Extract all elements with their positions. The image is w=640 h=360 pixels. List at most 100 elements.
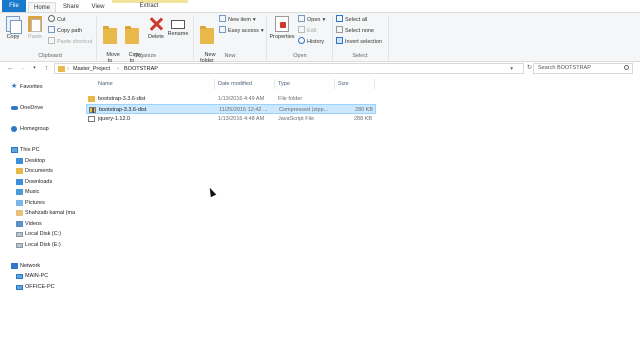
computer-icon [11,147,18,153]
file-row-selected[interactable]: bootstrap-3.3.6-dist 11/25/2015 12:42 ..… [86,104,376,114]
file-row[interactable]: bootstrap-3.3.6-dist 1/13/2016 4:49 AM F… [86,94,376,104]
select-all-button[interactable]: Select all [336,15,368,25]
history-button[interactable]: History [298,37,324,47]
easy-access-label: Easy access [228,28,259,34]
tab-file[interactable]: File [2,0,26,12]
downloads-icon [16,179,23,185]
copy-to-folder-icon [125,26,139,44]
invert-selection-button[interactable]: Invert selection [336,37,382,47]
select-none-icon [336,26,343,34]
organize-group-label: Organize [133,53,157,59]
tab-extract[interactable]: Extract [134,0,164,12]
tab-share[interactable]: Share [58,2,84,12]
paste-icon [28,16,42,32]
breadcrumb-separator-icon: › [117,66,119,72]
file-name: jquery-1.12.0 [98,116,131,122]
file-type: File folder [278,96,303,102]
open-group-label: Open [293,53,307,59]
file-list: Name Date modified Type Size bootstrap-3… [84,78,640,360]
back-arrow-icon[interactable]: ← [6,64,15,73]
history-clock-icon [298,37,305,45]
ribbon-tab-bar: File Home Share View Extract [0,0,640,12]
network-icon [11,263,18,269]
paste-button[interactable]: Paste [26,16,44,40]
chevron-down-icon: ▾ [322,17,326,23]
column-header-type[interactable]: Type [278,78,290,90]
new-item-icon [219,15,226,23]
column-divider[interactable] [334,79,335,89]
address-bar[interactable]: › Master_Project › BOOTSTRAP ▾ [54,63,524,74]
copy-path-label: Copy path [57,28,83,34]
select-group-label: Select [352,53,368,59]
up-arrow-icon[interactable]: ↑ [42,64,51,73]
invert-selection-icon [336,37,343,45]
edit-label: Edit [307,28,317,34]
easy-access-button[interactable]: Easy access ▾ [219,26,264,36]
forward-arrow-icon[interactable]: → [18,64,27,73]
edit-icon [298,26,305,34]
open-label: Open [307,17,321,23]
file-size: 288 KB [353,116,372,122]
group-divider [193,16,194,60]
documents-icon [16,168,23,174]
easy-access-icon [219,26,226,34]
delete-button[interactable]: Delete [146,16,166,40]
new-item-button[interactable]: New item ▾ [219,15,256,25]
clipboard-group-label: Clipboard [38,53,62,59]
cut-button[interactable]: Cut [48,15,66,25]
group-divider [332,16,333,60]
chevron-down-icon: ▾ [260,28,264,34]
properties-icon [275,16,289,32]
new-group-label: New [224,53,236,59]
search-placeholder: Search BOOTSTRAP [538,65,591,71]
column-header-date[interactable]: Date modified [218,78,252,90]
tab-home[interactable]: Home [28,2,56,12]
recent-locations-chevron-icon[interactable]: ▾ [30,64,39,73]
delete-x-icon [149,16,163,32]
paste-shortcut-label: Paste shortcut [57,39,93,45]
search-icon [624,65,629,70]
paste-shortcut-button[interactable]: Paste shortcut [48,37,93,47]
disk-icon [16,232,23,237]
column-divider[interactable] [274,79,275,89]
address-dropdown-chevron-icon[interactable]: ▾ [510,65,513,73]
copy-path-icon [48,26,55,34]
select-all-label: Select all [345,17,368,23]
address-row: ← → ▾ ↑ › Master_Project › BOOTSTRAP ▾ ↻… [0,62,640,75]
rename-button[interactable]: Rename [166,16,190,37]
copy-path-button[interactable]: Copy path [48,26,83,36]
search-input[interactable]: Search BOOTSTRAP [533,63,633,74]
column-header-size[interactable]: Size [338,78,349,90]
column-divider[interactable] [374,79,375,89]
navigation-pane: ★ Favorites OneDrive Homegroup This PC De… [11,83,76,290]
open-button[interactable]: Open ▾ [298,15,326,25]
javascript-file-icon [88,116,95,122]
cloud-icon [11,106,18,110]
new-item-label: New item [228,17,251,23]
homegroup-icon [11,126,17,132]
properties-button[interactable]: Properties [268,16,296,40]
address-folder-icon [58,66,65,72]
column-divider[interactable] [214,79,215,89]
new-folder-icon [200,26,214,44]
file-type: JavaScript File [278,116,315,122]
delete-label: Delete [148,34,164,40]
file-date: 1/13/2016 4:48 AM [218,116,265,122]
paste-label: Paste [27,34,43,40]
monitor-icon [16,285,23,290]
select-none-button[interactable]: Select none [336,26,374,36]
column-header-name[interactable]: Name [98,78,113,90]
copy-icon [6,16,22,34]
rename-icon [171,20,185,29]
invert-selection-label: Invert selection [345,39,382,45]
copy-button[interactable]: Copy [4,16,22,40]
group-divider [388,16,389,60]
pictures-icon [16,200,23,206]
breadcrumb-master-project[interactable]: Master_Project [73,65,110,73]
music-icon [16,189,23,195]
edit-button[interactable]: Edit [298,26,317,36]
videos-icon [16,221,23,227]
breadcrumb-bootstrap[interactable]: BOOTSTRAP [124,65,158,73]
file-row[interactable]: jquery-1.12.0 1/13/2016 4:48 AM JavaScri… [86,114,376,124]
tab-view[interactable]: View [86,2,110,12]
